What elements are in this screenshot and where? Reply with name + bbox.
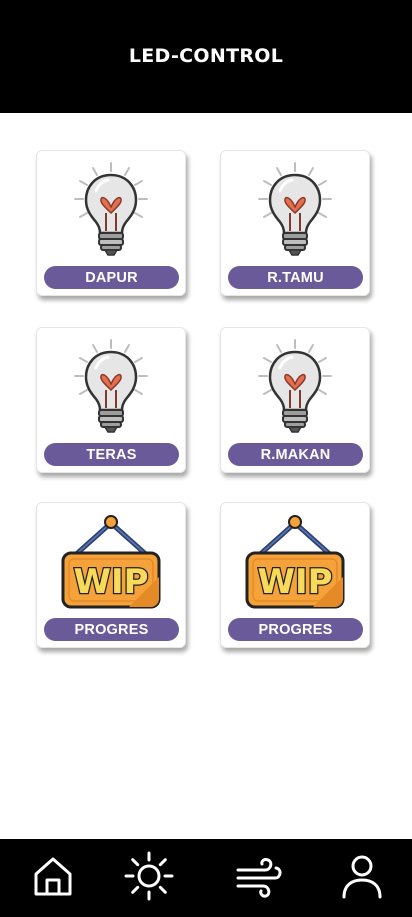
card-progres-2[interactable]: WIP PROGRES [220, 502, 370, 648]
wip-sign-text: WIP [257, 562, 332, 602]
light-bulb-icon [221, 334, 369, 438]
room-label: R.MAKAN [228, 443, 363, 466]
card-dapur[interactable]: DAPUR [36, 150, 186, 296]
wip-sign-text: WIP [73, 562, 148, 602]
nav-home-button[interactable] [28, 851, 78, 901]
nav-profile-button[interactable] [337, 851, 387, 901]
room-label: R.TAMU [228, 266, 363, 289]
bottom-nav [0, 839, 412, 917]
card-teras[interactable]: TERAS [36, 327, 186, 473]
room-label: PROGRES [44, 618, 179, 641]
room-label: TERAS [44, 443, 179, 466]
card-r-makan[interactable]: R.MAKAN [220, 327, 370, 473]
card-r-tamu[interactable]: R.TAMU [220, 150, 370, 296]
wip-sign-icon: WIP [221, 509, 369, 613]
room-label: PROGRES [228, 618, 363, 641]
light-bulb-icon [37, 157, 185, 261]
room-label: DAPUR [44, 266, 179, 289]
page-title: LED-CONTROL [128, 44, 284, 67]
user-icon [342, 855, 382, 899]
light-bulb-icon [37, 334, 185, 438]
wind-icon [236, 858, 282, 898]
light-bulb-icon [221, 157, 369, 261]
wip-sign-icon: WIP [37, 509, 185, 613]
sun-icon [124, 851, 174, 901]
home-icon [34, 857, 72, 896]
card-progres-1[interactable]: WIP PROGRES [36, 502, 186, 648]
app-header: LED-CONTROL [0, 0, 412, 113]
nav-light-button[interactable] [124, 851, 174, 901]
nav-fan-button[interactable] [234, 851, 284, 901]
